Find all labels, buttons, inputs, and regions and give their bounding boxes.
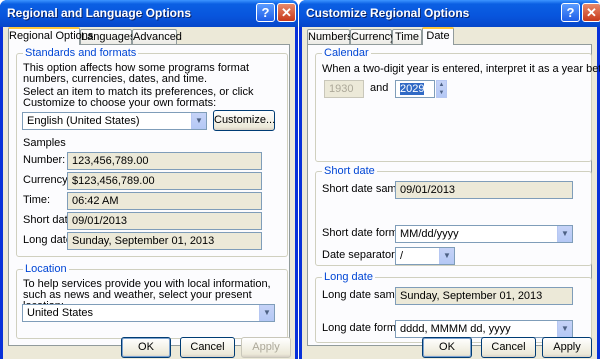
standards-description: This option affects how some programs fo… xyxy=(23,62,250,85)
long-date-label: Long date xyxy=(322,271,375,283)
chevron-down-icon[interactable]: ▼ xyxy=(259,305,274,321)
location-value: United States xyxy=(27,307,94,319)
tab-page: Standards and formats This option affect… xyxy=(8,44,290,346)
long-date-format-value: dddd, MMMM dd, yyyy xyxy=(400,323,511,335)
locale-value: English (United States) xyxy=(27,115,140,127)
samples-label: Samples xyxy=(23,137,66,149)
short-date-sample-value: 09/01/2013 xyxy=(395,181,573,199)
sample-label-time: Time: xyxy=(23,194,51,206)
tab-regional-options[interactable]: Regional Options xyxy=(8,27,93,45)
standards-formats-label: Standards and formats xyxy=(23,47,139,59)
to-year-field[interactable]: 2029 xyxy=(395,80,435,98)
sample-value-number: 123,456,789.00 xyxy=(67,152,262,170)
standards-formats-group: Standards and formats This option affect… xyxy=(16,47,288,257)
tab-currency[interactable]: Currency xyxy=(350,29,396,44)
regional-language-options-window: Regional and Language Options ? ✕ Region… xyxy=(0,0,298,359)
chevron-down-icon[interactable]: ▼ xyxy=(439,248,454,264)
short-date-format-value: MM/dd/yyyy xyxy=(400,228,459,240)
long-date-group: Long date Long date sample: Sunday, Sept… xyxy=(315,271,592,343)
cancel-button[interactable]: Cancel xyxy=(481,337,536,358)
help-button[interactable]: ? xyxy=(256,3,275,22)
close-button[interactable]: ✕ xyxy=(277,3,296,22)
date-separator-value: / xyxy=(400,250,404,262)
tab-numbers[interactable]: Numbers xyxy=(307,29,353,44)
window-title: Regional and Language Options xyxy=(7,6,192,20)
location-label: Location xyxy=(23,263,69,275)
title-bar[interactable]: Customize Regional Options ? ✕ xyxy=(299,0,600,27)
short-date-format-select[interactable]: MM/dd/yyyy ▼ xyxy=(395,225,573,243)
cancel-button[interactable]: Cancel xyxy=(180,337,235,358)
and-label: and xyxy=(370,82,389,94)
sample-value-short-date: 09/01/2013 xyxy=(67,212,262,230)
calendar-label: Calendar xyxy=(322,47,371,59)
customize-regional-options-window: Customize Regional Options ? ✕ Numbers C… xyxy=(299,0,600,359)
window-title: Customize Regional Options xyxy=(306,6,470,20)
sample-value-currency: $123,456,789.00 xyxy=(67,172,262,190)
year-spinner[interactable]: ▲ ▼ xyxy=(436,80,447,98)
ok-button[interactable]: OK xyxy=(121,337,171,358)
short-date-group: Short date Short date sample: 09/01/2013… xyxy=(315,165,592,266)
sample-label-currency: Currency: xyxy=(23,174,71,186)
apply-button[interactable]: Apply xyxy=(241,337,291,358)
help-button[interactable]: ? xyxy=(561,3,580,22)
customize-button[interactable]: Customize... xyxy=(213,110,275,131)
calendar-group: Calendar When a two-digit year is entere… xyxy=(315,47,600,162)
tab-time[interactable]: Time xyxy=(392,29,422,44)
close-button[interactable]: ✕ xyxy=(582,3,600,22)
chevron-down-icon[interactable]: ▼ xyxy=(557,321,572,337)
location-group: Location To help services provide you wi… xyxy=(16,263,288,339)
ok-button[interactable]: OK xyxy=(422,337,472,358)
short-date-label: Short date xyxy=(322,165,377,177)
sample-value-time: 06:42 AM xyxy=(67,192,262,210)
location-select[interactable]: United States ▼ xyxy=(22,304,275,322)
from-year-field: 1930 xyxy=(324,80,364,98)
long-date-sample-value: Sunday, September 01, 2013 xyxy=(395,287,573,305)
select-prompt: Select an item to match its preferences,… xyxy=(23,86,254,109)
date-separator-label: Date separator: xyxy=(322,249,398,261)
dialog-body: Numbers Currency Time Date Calendar When… xyxy=(302,27,600,359)
tab-page: Calendar When a two-digit year is entere… xyxy=(307,44,600,346)
sample-label-number: Number: xyxy=(23,154,66,166)
long-date-format-select[interactable]: dddd, MMMM dd, yyyy ▼ xyxy=(395,320,573,338)
locale-select[interactable]: English (United States) ▼ xyxy=(22,112,207,130)
tab-date[interactable]: Date xyxy=(422,27,454,45)
calendar-description: When a two-digit year is entered, interp… xyxy=(322,63,600,75)
tab-advanced[interactable]: Advanced xyxy=(132,29,182,44)
title-bar[interactable]: Regional and Language Options ? ✕ xyxy=(0,0,298,27)
dialog-body: Regional Options Languages Advanced Stan… xyxy=(3,27,295,359)
apply-button[interactable]: Apply xyxy=(542,337,592,358)
to-year-value: 2029 xyxy=(400,83,425,95)
date-separator-select[interactable]: / ▼ xyxy=(395,247,455,265)
chevron-down-icon[interactable]: ▼ xyxy=(191,113,206,129)
chevron-down-icon[interactable]: ▼ xyxy=(557,226,572,242)
sample-value-long-date: Sunday, September 01, 2013 xyxy=(67,232,262,250)
